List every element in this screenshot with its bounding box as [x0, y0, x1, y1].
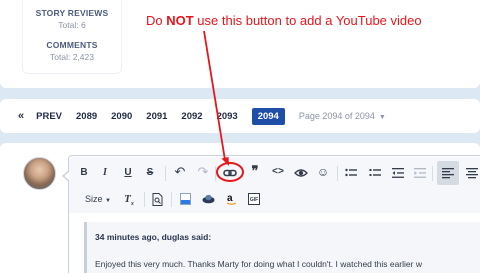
svg-text:GIF: GIF — [250, 197, 258, 203]
annotation-before: Do — [146, 13, 167, 28]
page-info-label: Page 2094 of 2094 — [298, 111, 375, 121]
toolbar-divider — [171, 192, 172, 207]
link-button[interactable] — [223, 167, 237, 179]
current-page[interactable]: 2094 — [251, 107, 285, 125]
chevron-down-icon: ▼ — [378, 114, 386, 121]
preview-button[interactable] — [294, 167, 308, 179]
strikethrough-button[interactable]: S — [144, 166, 156, 180]
align-center-icon — [466, 168, 478, 179]
clear-format-button[interactable]: Tx — [123, 192, 135, 211]
plugin-button-2[interactable] — [202, 194, 215, 204]
align-center-button[interactable] — [466, 167, 478, 179]
comments-label: COMMENTS — [46, 40, 98, 50]
outdent-icon — [392, 168, 404, 178]
align-left-button[interactable] — [442, 167, 454, 179]
page-jump-dropdown[interactable]: Page 2094 of 2094 ▼ — [299, 111, 386, 121]
toolbar-divider — [432, 166, 433, 181]
bulleted-list-button[interactable] — [345, 167, 357, 179]
chevron-down-icon: ▼ — [105, 198, 111, 204]
avatar[interactable] — [23, 157, 56, 190]
toolbar-divider — [165, 166, 166, 181]
page-link[interactable]: 2093 — [217, 111, 238, 122]
prev-page-link[interactable]: PREV — [36, 111, 62, 122]
numbered-list-icon — [369, 169, 381, 176]
gif-icon: GIF — [248, 193, 260, 205]
first-page-link[interactable]: « — [18, 110, 24, 122]
bullet-list-icon — [345, 168, 357, 177]
plugin-button-1[interactable] — [180, 193, 191, 205]
clear-format-sub: x — [130, 201, 134, 208]
amazon-icon: a — [226, 193, 237, 205]
quote-icon: ❞ — [251, 163, 259, 178]
gif-button[interactable]: GIF — [248, 193, 260, 205]
quote-button[interactable]: ❞ — [248, 164, 262, 178]
annotation-after: use this button to add a YouTube video — [193, 13, 422, 28]
annotation-text: Do NOT use this button to add a YouTube … — [146, 13, 422, 28]
stats-card: STORY REVIEWS Total: 6 COMMENTS Total: 2… — [22, 0, 122, 74]
align-left-icon — [442, 168, 454, 179]
pagination-bar: « PREV 2089 2090 2091 2092 2093 2094 Pag… — [0, 99, 480, 133]
svg-text:a: a — [227, 193, 233, 204]
redo-button[interactable]: ↷ — [196, 165, 210, 179]
quote-author: 34 minutes ago, duglas said: — [95, 232, 212, 242]
clear-format-icon: T — [124, 193, 131, 205]
indent-button[interactable] — [414, 167, 426, 179]
italic-button[interactable]: I — [99, 166, 111, 180]
code-button[interactable]: <> — [271, 166, 285, 180]
toolbar-divider — [215, 166, 216, 181]
page-link[interactable]: 2092 — [181, 111, 202, 122]
emoji-button[interactable]: ☺ — [316, 165, 330, 179]
link-icon — [223, 169, 237, 177]
undo-button[interactable]: ↶ — [173, 165, 187, 179]
indent-icon — [414, 168, 426, 178]
page-link[interactable]: 2089 — [76, 111, 97, 122]
amazon-button[interactable]: a — [226, 192, 237, 206]
paste-text-button[interactable] — [152, 193, 163, 206]
media-icon — [180, 193, 191, 205]
story-reviews-total: Total: 6 — [58, 20, 86, 30]
numbered-list-button[interactable] — [369, 167, 381, 179]
document-search-icon — [152, 193, 163, 206]
toolbar-divider — [144, 192, 145, 207]
quote-text: Enjoyed this very much. Thanks Marty for… — [95, 259, 422, 269]
bold-button[interactable]: B — [78, 166, 90, 180]
annotation-emphasis: NOT — [166, 13, 194, 28]
toolbar-divider — [337, 166, 338, 181]
story-reviews-label: STORY REVIEWS — [35, 8, 109, 18]
outdent-button[interactable] — [392, 167, 404, 179]
underline-button[interactable]: U — [122, 166, 134, 180]
font-size-label: Size — [85, 194, 103, 204]
page-link[interactable]: 2091 — [146, 111, 167, 122]
eye-icon — [294, 169, 308, 177]
comments-total: Total: 2,423 — [50, 52, 94, 62]
page-link[interactable]: 2090 — [111, 111, 132, 122]
ufo-icon — [202, 194, 215, 204]
font-size-dropdown[interactable]: Size ▼ — [85, 192, 111, 208]
